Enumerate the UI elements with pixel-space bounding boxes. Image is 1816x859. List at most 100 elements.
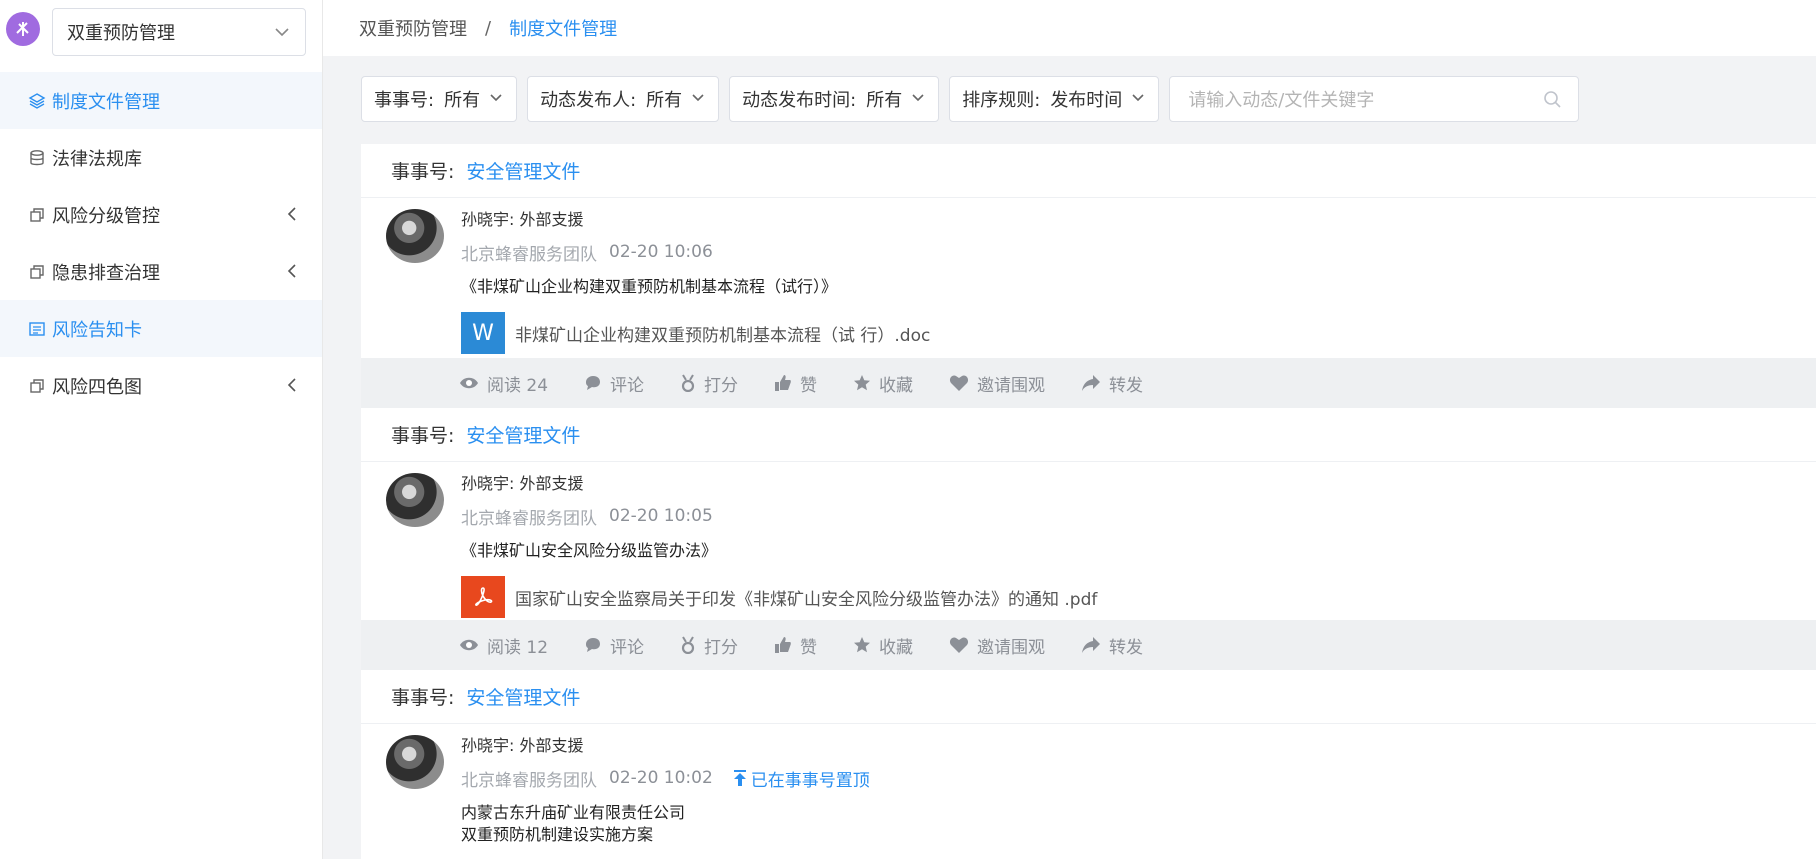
sidebar-item-policy-docs[interactable]: 制度文件管理 [0,72,322,129]
layers-icon [28,92,46,110]
sidebar-header: 双重预防管理 [0,0,323,66]
post-category-label: 事事号: [391,687,455,709]
chevron-left-icon [284,206,300,227]
avatar[interactable] [386,735,444,789]
post-title-line: 双重预防机制建设实施方案 [461,825,654,844]
post-feed: 事事号: 安全管理文件 孙晓宇: 外部支援 北京蜂睿服务团队 02-20 10:… [361,144,1816,859]
app-logo-icon [6,12,40,46]
sidebar-item-risk-four-color[interactable]: 风险四色图 [0,357,322,414]
post-title[interactable]: 内蒙古东升庙矿业有限责任公司 双重预防机制建设实施方案 [461,802,1816,846]
post-category: 事事号: 安全管理文件 [361,408,1816,462]
arrow-up-icon [733,770,747,786]
like-button[interactable]: 赞 [774,371,817,396]
post-category-link[interactable]: 安全管理文件 [466,421,580,448]
eye-icon [459,638,479,652]
pdf-file-icon [461,576,505,618]
post-team: 北京蜂睿服务团队 [461,244,597,265]
sidebar-item-law-library[interactable]: 法律法规库 [0,129,322,186]
favorite-button[interactable]: 收藏 [853,633,913,658]
invite-button[interactable]: 邀请围观 [949,633,1045,658]
post-meta: 北京蜂睿服务团队 02-20 10:02 已在事事号置顶 [461,764,1816,792]
word-file-icon: W [461,312,505,354]
breadcrumb-parent[interactable]: 双重预防管理 [359,15,467,41]
breadcrumb: 双重预防管理 / 制度文件管理 [323,0,1816,56]
sidebar-item-label: 法律法规库 [52,148,142,170]
filter-sort[interactable]: 排序规则: 发布时间 [949,76,1160,122]
post-title-line: 内蒙古东升庙矿业有限责任公司 [461,803,686,822]
forward-button[interactable]: 转发 [1081,633,1143,658]
invite-button[interactable]: 邀请围观 [949,371,1045,396]
sidebar-item-hazard-investigation[interactable]: 隐患排查治理 [0,243,322,300]
attachment-name[interactable]: 国家矿山安全监察局关于印发《非煤矿山安全风险分级监管办法》的通知 .pdf [515,585,1097,610]
comment-icon [584,374,602,392]
filter-value: 所有 [444,90,481,111]
system-selector-value: 双重预防管理 [67,23,175,44]
search-input[interactable]: 请输入动态/文件关键字 [1169,76,1580,122]
post-author: 孙晓宇: 外部支援 [461,736,584,755]
avatar[interactable] [386,473,444,527]
thumbs-up-icon [774,636,792,654]
pinned-badge[interactable]: 已在事事号置顶 [733,766,870,791]
post-team: 北京蜂睿服务团队 [461,508,597,529]
score-button[interactable]: 打分 [680,371,738,396]
medal-icon [680,374,696,392]
system-selector[interactable]: 双重预防管理 [52,8,306,56]
filter-label: 排序规则: [962,90,1041,111]
post-meta: 北京蜂睿服务团队 02-20 10:05 [461,502,1816,530]
comment-icon [584,636,602,654]
avatar[interactable] [386,209,444,263]
copy-icon [28,263,46,281]
post-title[interactable]: 《非煤矿山企业构建双重预防机制基本流程（试行）》 [461,276,1816,298]
favorite-button[interactable]: 收藏 [853,371,913,396]
filter-publish-time[interactable]: 动态发布时间: 所有 [729,76,940,122]
read-count: 阅读 12 [459,633,548,658]
read-count: 阅读 24 [459,371,548,396]
chevron-down-icon [910,89,926,110]
post-meta: 北京蜂睿服务团队 02-20 10:06 [461,238,1816,266]
post-attachment[interactable]: W 非煤矿山企业构建双重预防机制基本流程（试 行）.doc [461,312,1816,354]
comment-button[interactable]: 评论 [584,633,644,658]
chevron-down-icon [488,89,504,110]
post-category: 事事号: 安全管理文件 [361,670,1816,724]
comment-button[interactable]: 评论 [584,371,644,396]
post-category-link[interactable]: 安全管理文件 [466,683,580,710]
heart-icon [949,374,969,392]
sidebar: 双重预防管理 制度文件管理 法律法规库 风险分级管控 隐患排查治理 风险告知卡 … [0,0,323,859]
attachment-name[interactable]: 非煤矿山企业构建双重预防机制基本流程（试 行）.doc [515,321,930,346]
sidebar-item-risk-grading[interactable]: 风险分级管控 [0,186,322,243]
post-card: 事事号: 安全管理文件 孙晓宇: 外部支援 北京蜂睿服务团队 02-20 10:… [361,144,1816,408]
star-icon [853,636,871,654]
filter-bar: 事事号: 所有 动态发布人: 所有 动态发布时间: 所有 排序规则: 发布时间 … [361,76,1580,122]
post-attachment[interactable]: 国家矿山安全监察局关于印发《非煤矿山安全风险分级监管办法》的通知 .pdf [461,576,1816,618]
post-category-link[interactable]: 安全管理文件 [466,157,580,184]
post-title[interactable]: 《非煤矿山安全风险分级监管办法》 [461,540,1816,562]
star-icon [853,374,871,392]
chevron-down-icon [273,23,291,46]
breadcrumb-current: 制度文件管理 [509,19,618,40]
filter-topic[interactable]: 事事号: 所有 [361,76,518,122]
search-icon[interactable] [1542,89,1562,114]
score-button[interactable]: 打分 [680,633,738,658]
filter-value: 所有 [866,90,903,111]
filter-publisher[interactable]: 动态发布人: 所有 [527,76,720,122]
post-card: 事事号: 安全管理文件 孙晓宇: 外部支援 北京蜂睿服务团队 02-20 10:… [361,670,1816,859]
like-button[interactable]: 赞 [774,633,817,658]
filter-label: 事事号: [374,90,435,111]
post-time: 02-20 10:06 [609,242,713,262]
medal-icon [680,636,696,654]
filter-label: 动态发布时间: [742,90,857,111]
filter-value: 发布时间 [1050,90,1123,111]
chevron-left-icon [284,263,300,284]
post-time: 02-20 10:02 [609,768,713,788]
sidebar-item-label: 隐患排查治理 [52,262,160,284]
sidebar-item-label: 风险告知卡 [52,319,142,341]
post-actions: 阅读 12 评论 打分 赞 收藏 邀请围观 转发 [361,620,1816,670]
chevron-left-icon [284,377,300,398]
sidebar-item-risk-card[interactable]: 风险告知卡 [0,300,322,357]
sidebar-item-label: 风险四色图 [52,376,142,398]
post-card: 事事号: 安全管理文件 孙晓宇: 外部支援 北京蜂睿服务团队 02-20 10:… [361,408,1816,670]
forward-button[interactable]: 转发 [1081,371,1143,396]
post-category-label: 事事号: [391,161,455,183]
main-content: 双重预防管理 / 制度文件管理 事事号: 所有 动态发布人: 所有 动态发布时间… [323,0,1816,859]
copy-icon [28,377,46,395]
